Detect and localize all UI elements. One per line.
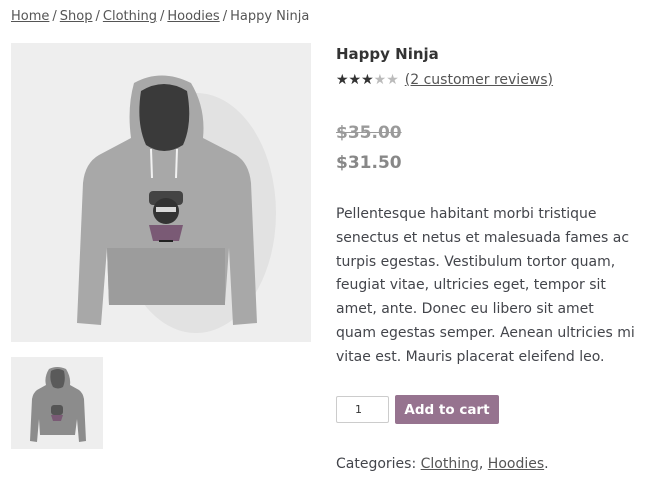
- category-link-hoodies[interactable]: Hoodies: [488, 456, 544, 472]
- original-price: $35.00: [336, 123, 402, 143]
- star-rating: ★★★★★ ★★★★★: [336, 72, 399, 88]
- breadcrumb-separator: /: [52, 9, 57, 24]
- breadcrumb-clothing[interactable]: Clothing: [103, 9, 157, 24]
- product-categories: Categories: Clothing, Hoodies.: [336, 456, 549, 472]
- hoodie-image: [77, 75, 276, 333]
- product-title: Happy Ninja: [336, 45, 439, 63]
- product-main-image[interactable]: [11, 43, 311, 342]
- breadcrumb-shop[interactable]: Shop: [60, 9, 93, 24]
- categories-end: .: [544, 456, 549, 472]
- categories-label: Categories:: [336, 456, 417, 472]
- breadcrumb-separator: /: [95, 9, 100, 24]
- star-icon: ★★★★★: [336, 72, 374, 88]
- breadcrumb-separator: /: [222, 9, 228, 24]
- breadcrumb-hoodies[interactable]: Hoodies: [167, 9, 219, 24]
- breadcrumb: Home / Shop / Clothing / Hoodies / Happy Ninja: [11, 9, 309, 24]
- breadcrumb-home[interactable]: Home: [11, 9, 49, 24]
- customer-reviews-link[interactable]: (2 customer reviews): [405, 72, 553, 88]
- sale-price: $31.50: [336, 153, 402, 173]
- product-description: Pellentesque habitant morbi tristique se…: [336, 206, 635, 365]
- category-link-clothing[interactable]: Clothing: [421, 456, 479, 472]
- quantity-input[interactable]: [336, 396, 389, 423]
- hoodie-thumbnail: [30, 367, 86, 442]
- breadcrumb-current: Happy Ninja: [230, 9, 310, 24]
- add-to-cart-button[interactable]: Add to cart: [395, 395, 499, 424]
- categories-separator: ,: [478, 456, 484, 472]
- breadcrumb-separator: /: [159, 9, 165, 24]
- product-rating: ★★★★★ ★★★★★ (2 customer reviews): [336, 72, 553, 88]
- product-thumbnail[interactable]: [11, 357, 103, 449]
